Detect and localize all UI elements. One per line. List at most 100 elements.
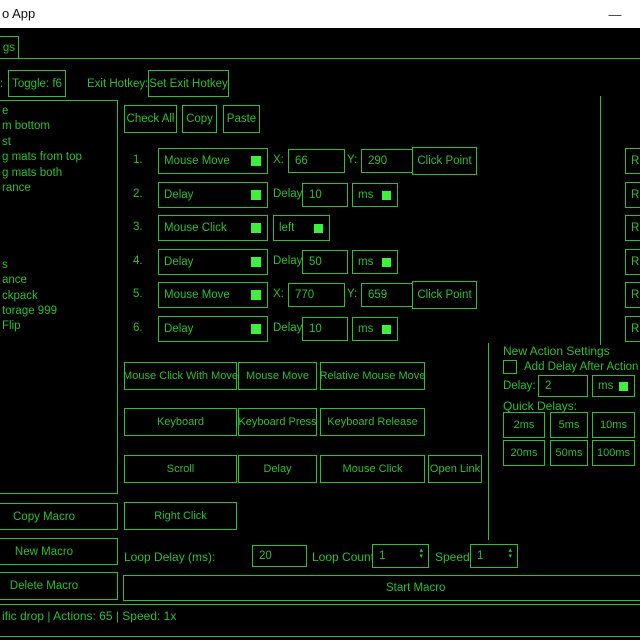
- check-all-button[interactable]: Check All: [124, 105, 177, 133]
- y-label: Y:: [347, 288, 357, 300]
- unit-dropdown[interactable]: ms: [352, 317, 398, 341]
- delay-button[interactable]: Delay: [238, 455, 317, 483]
- keyboard-press-button[interactable]: Keyboard Press: [238, 408, 317, 436]
- toggle-hotkey-label: :: [0, 78, 3, 90]
- window-title: o App: [2, 6, 35, 21]
- loop-delay-label: Loop Delay (ms):: [124, 550, 215, 564]
- minimize-button[interactable]: —: [600, 4, 630, 24]
- action-type-value: Mouse Click: [164, 222, 227, 234]
- quick-delay-100ms-button[interactable]: 100ms: [592, 440, 635, 466]
- delay-input[interactable]: 10: [302, 317, 348, 341]
- delay-label: Delay: [273, 255, 302, 267]
- open-link-button[interactable]: Open Link: [428, 455, 482, 483]
- stepper-arrows-icon[interactable]: ▴▾: [508, 548, 512, 560]
- action-type-value: Delay: [164, 256, 193, 268]
- set-exit-hotkey-button[interactable]: Set Exit Hotkey: [148, 70, 229, 97]
- action-row: 5. Mouse Move X: 770 Y: 659 Click Point …: [0, 281, 640, 309]
- row-number: 6.: [133, 322, 143, 334]
- mouse-click-button[interactable]: Mouse Click: [320, 455, 425, 483]
- new-macro-button[interactable]: New Macro: [0, 538, 118, 565]
- click-point-button[interactable]: Click Point: [412, 281, 477, 309]
- x-input[interactable]: 66: [288, 149, 345, 173]
- action-type-dropdown[interactable]: Mouse Move: [158, 282, 268, 308]
- remove-action-button[interactable]: R: [625, 249, 640, 275]
- spinner-down-icon[interactable]: ▾: [419, 554, 423, 560]
- tab-label: gs: [3, 42, 15, 54]
- action-row: 6. Delay Delay 10 ms R: [0, 315, 640, 342]
- y-input[interactable]: 659: [361, 283, 418, 307]
- app-window: o App — gs : Toggle: f6 Exit Hotkey: Set…: [0, 0, 640, 640]
- unit-dropdown[interactable]: ms: [352, 250, 398, 274]
- toggle-hotkey-button[interactable]: Toggle: f6: [8, 70, 66, 97]
- quick-delay-10ms-button[interactable]: 10ms: [592, 412, 635, 438]
- tab-settings[interactable]: gs: [0, 36, 19, 59]
- copy-button[interactable]: Copy: [182, 105, 217, 133]
- unit-value: ms: [598, 380, 613, 392]
- start-macro-button[interactable]: Start Macro: [123, 575, 640, 601]
- quick-delay-5ms-button[interactable]: 5ms: [550, 412, 588, 438]
- dropdown-indicator-icon: [619, 382, 628, 391]
- unit-value: ms: [358, 256, 373, 268]
- list-item[interactable]: e: [2, 104, 117, 119]
- speed-stepper[interactable]: 1 ▴▾: [470, 544, 518, 568]
- action-type-dropdown[interactable]: Delay: [158, 182, 268, 208]
- title-bar: o App —: [0, 0, 640, 28]
- dropdown-indicator-icon: [251, 324, 261, 334]
- dropdown-indicator-icon: [382, 191, 391, 200]
- mouse-button-dropdown[interactable]: left: [273, 215, 330, 241]
- speed-label: Speed:: [435, 550, 473, 564]
- status-bar-top-divider: [0, 604, 640, 605]
- action-type-dropdown[interactable]: Delay: [158, 316, 268, 342]
- keyboard-release-button[interactable]: Keyboard Release: [320, 408, 425, 436]
- new-action-unit-dropdown[interactable]: ms: [592, 375, 635, 397]
- action-row: 2. Delay Delay 10 ms R: [0, 181, 640, 209]
- x-input[interactable]: 770: [288, 283, 345, 307]
- delay-label: Delay: [273, 322, 302, 334]
- dropdown-indicator-icon: [251, 223, 261, 233]
- quick-delay-2ms-button[interactable]: 2ms: [503, 412, 545, 438]
- delay-input[interactable]: 10: [302, 183, 348, 207]
- quick-delay-50ms-button[interactable]: 50ms: [550, 440, 588, 466]
- delay-input[interactable]: 50: [302, 250, 348, 274]
- right-click-button[interactable]: Right Click: [124, 502, 237, 530]
- scroll-button[interactable]: Scroll: [124, 455, 237, 483]
- delay-label: Delay: [273, 188, 302, 200]
- loop-delay-input[interactable]: 20: [252, 545, 307, 567]
- stepper-arrows-icon[interactable]: ▴▾: [419, 548, 423, 560]
- dropdown-indicator-icon: [251, 156, 261, 166]
- action-type-dropdown[interactable]: Delay: [158, 249, 268, 275]
- spinner-down-icon[interactable]: ▾: [508, 554, 512, 560]
- remove-action-button[interactable]: R: [625, 282, 640, 308]
- list-item[interactable]: m bottom: [2, 119, 117, 134]
- add-delay-checkbox[interactable]: [503, 360, 517, 374]
- paste-button[interactable]: Paste: [223, 105, 260, 133]
- remove-action-button[interactable]: R: [625, 182, 640, 208]
- add-delay-checkbox-label: Add Delay After Action: [524, 361, 638, 373]
- new-action-delay-input[interactable]: 2: [538, 375, 588, 397]
- action-type-dropdown[interactable]: Mouse Move: [158, 148, 268, 174]
- action-type-value: Mouse Move: [164, 155, 230, 167]
- remove-action-button[interactable]: R: [625, 148, 640, 174]
- status-bar-bottom-divider: [0, 636, 640, 637]
- unit-dropdown[interactable]: ms: [352, 183, 398, 207]
- loop-count-stepper[interactable]: 1 ▴▾: [372, 544, 429, 568]
- new-action-delay-label: Delay:: [503, 380, 536, 392]
- speed-value: 1: [477, 550, 483, 562]
- row-number: 5.: [133, 288, 143, 300]
- remove-action-button[interactable]: R: [625, 316, 640, 342]
- click-point-button[interactable]: Click Point: [412, 147, 477, 175]
- actions-panel-border: [600, 96, 601, 345]
- action-type-dropdown[interactable]: Mouse Click: [158, 215, 268, 241]
- quick-delay-20ms-button[interactable]: 20ms: [503, 440, 545, 466]
- loop-count-label: Loop Count:: [312, 550, 377, 564]
- new-action-settings-title: New Action Settings: [503, 344, 610, 358]
- relative-mouse-move-button[interactable]: Relative Mouse Move: [320, 362, 425, 390]
- y-input[interactable]: 290: [361, 149, 418, 173]
- mouse-move-button[interactable]: Mouse Move: [238, 362, 317, 390]
- copy-macro-button[interactable]: Copy Macro: [0, 503, 118, 530]
- delete-macro-button[interactable]: Delete Macro: [0, 572, 118, 600]
- keyboard-button[interactable]: Keyboard: [124, 408, 237, 436]
- mouse-click-with-move-button[interactable]: Mouse Click With Move: [124, 362, 237, 390]
- unit-value: ms: [358, 323, 373, 335]
- remove-action-button[interactable]: R: [625, 215, 640, 241]
